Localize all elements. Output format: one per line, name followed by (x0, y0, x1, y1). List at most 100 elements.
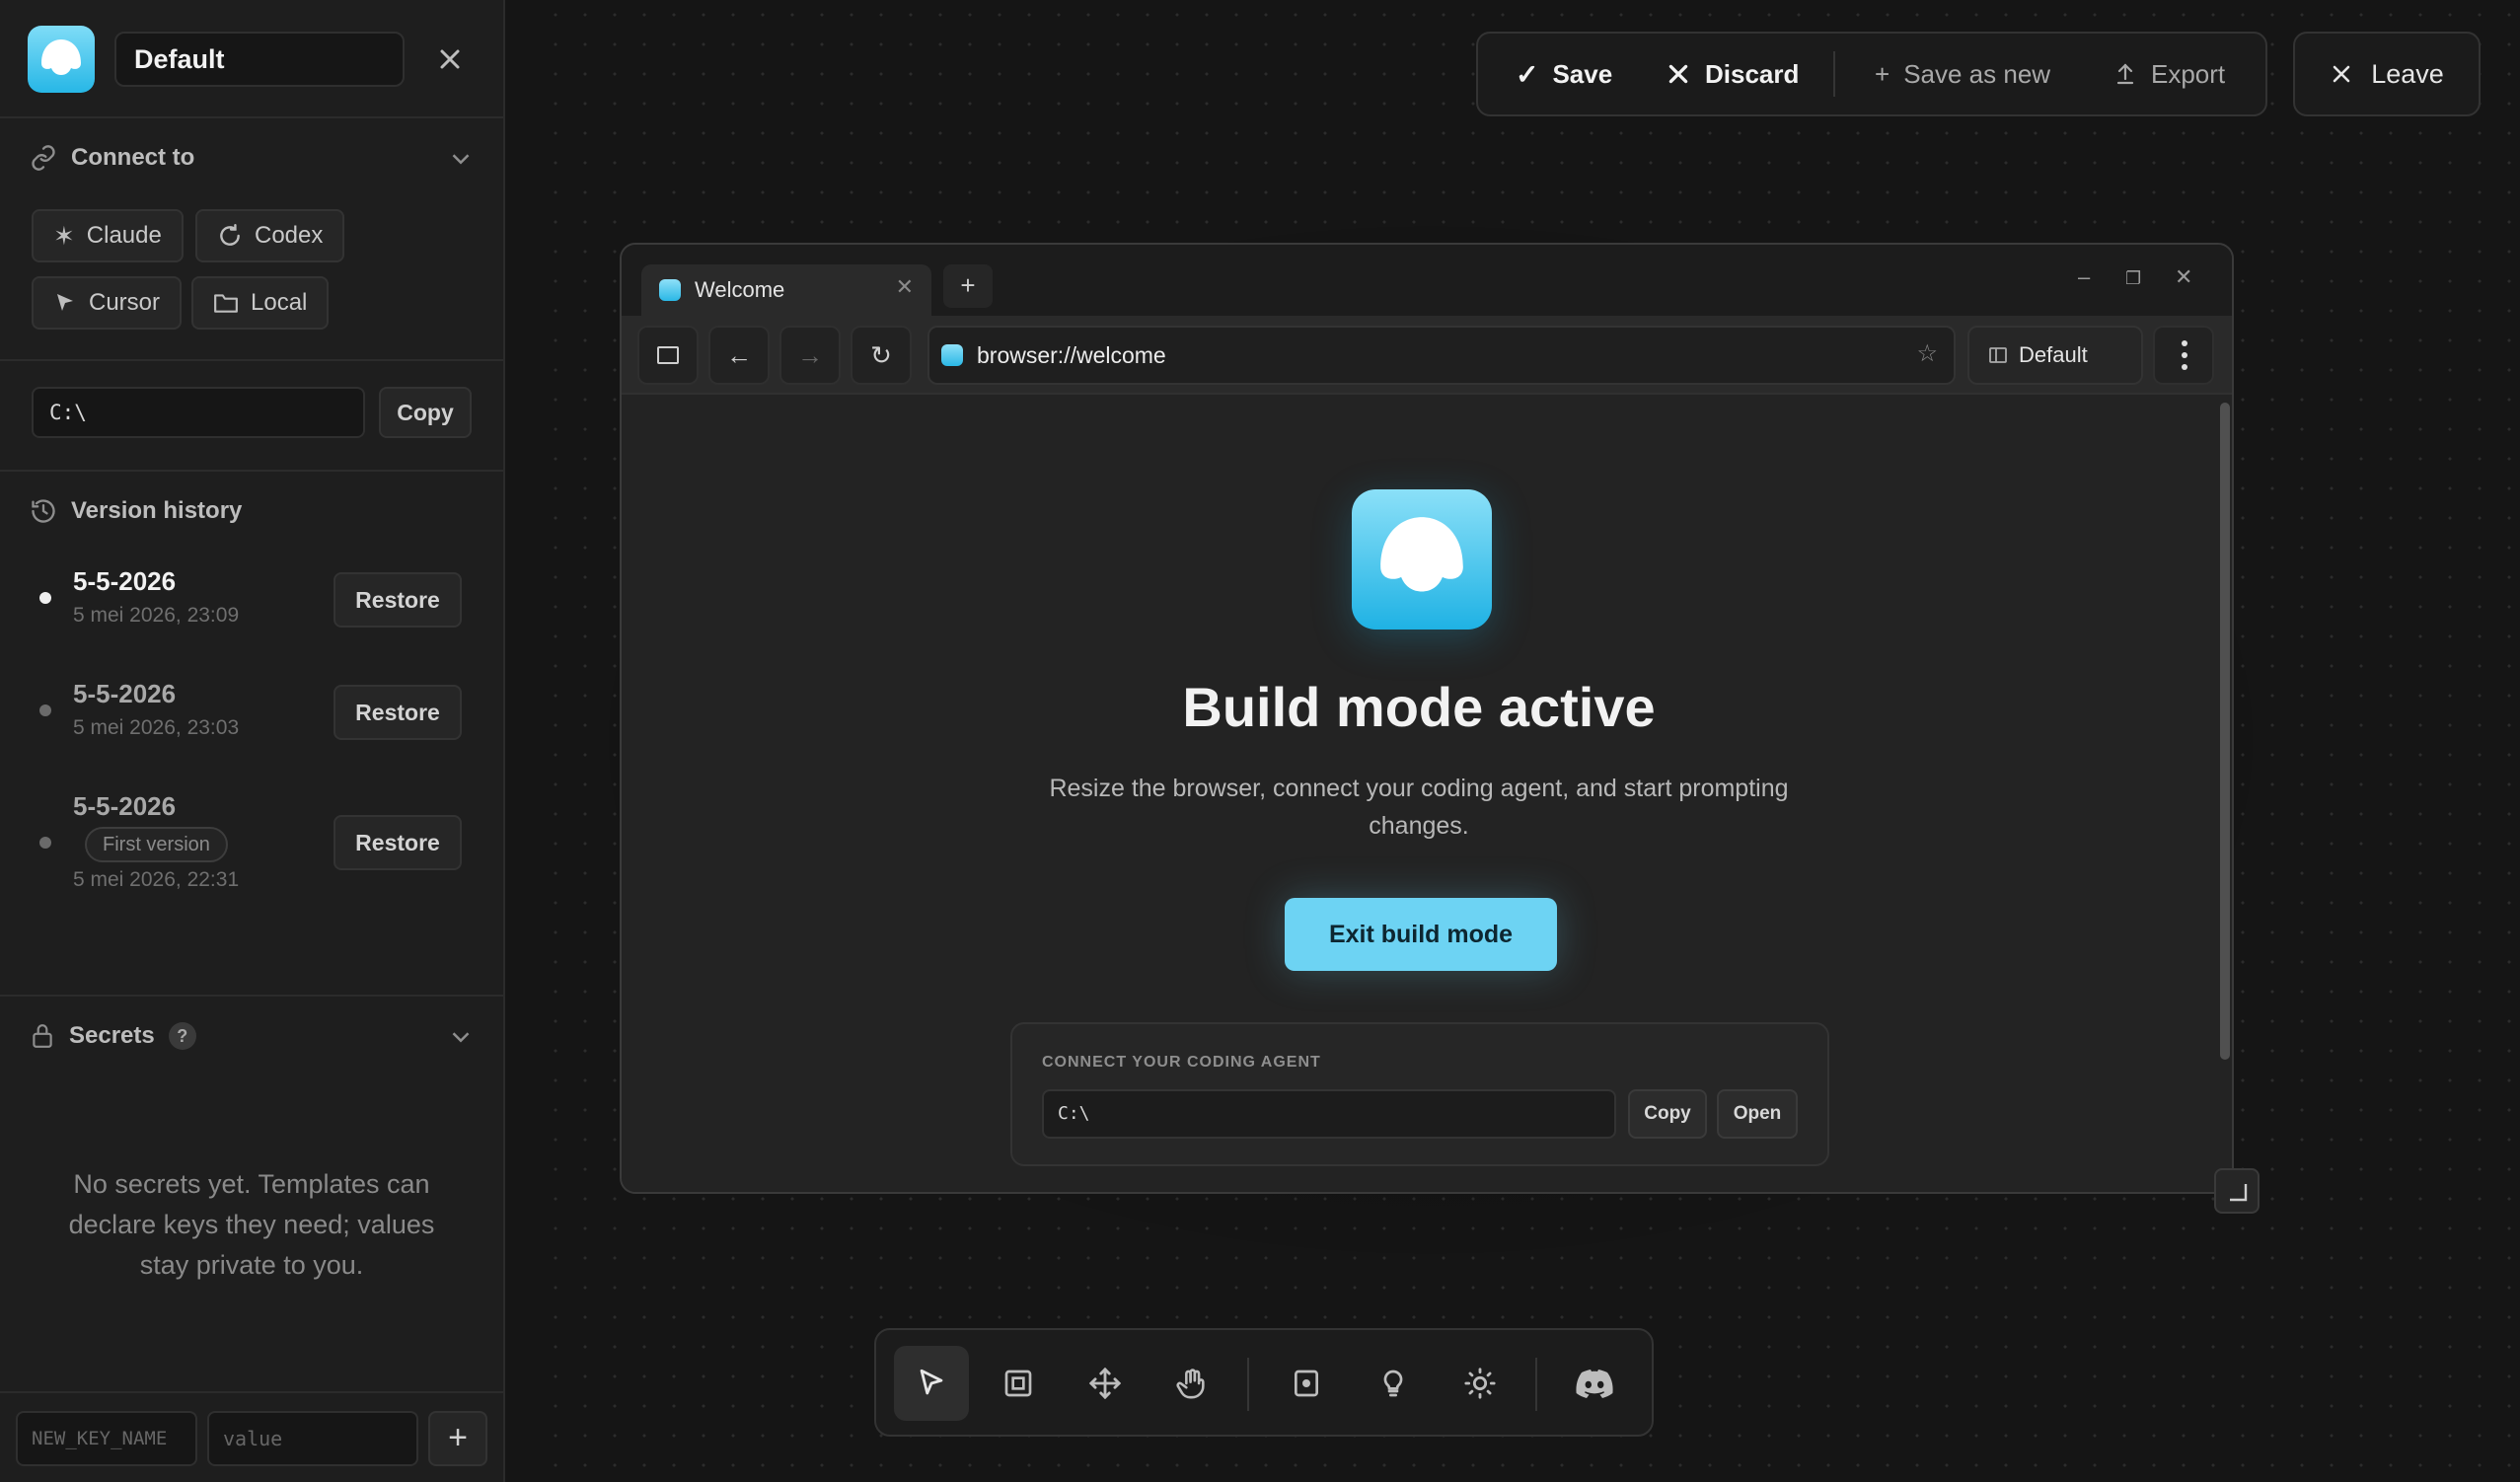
dock-divider (1535, 1358, 1537, 1411)
tab-welcome[interactable]: Welcome ✕ (641, 264, 931, 316)
secrets-header[interactable]: Secrets ? (30, 1016, 196, 1056)
add-secret-button[interactable]: + (428, 1411, 487, 1466)
restore-button[interactable]: Restore (334, 815, 462, 870)
plus-icon: + (1875, 58, 1890, 89)
app-logo-icon (28, 26, 95, 93)
version-history-title: Version history (71, 497, 243, 524)
project-path-field[interactable]: C:\ (32, 387, 365, 438)
dock-divider (1247, 1358, 1249, 1411)
sun-icon (1464, 1368, 1496, 1399)
connect-local-button[interactable]: Local (191, 276, 330, 330)
top-toolbar: ✓ Save Discard + Save as new Export (1476, 32, 2267, 116)
move-icon (1088, 1367, 1122, 1400)
link-icon (32, 145, 55, 171)
exit-build-mode-button[interactable]: Exit build mode (1285, 898, 1557, 971)
chevron-down-icon[interactable] (446, 144, 476, 174)
restore-button[interactable]: Restore (334, 685, 462, 740)
version-date: 5-5-2026 (73, 791, 177, 821)
favicon-icon (941, 344, 963, 366)
refresh-icon (220, 223, 240, 246)
resize-corner-icon (2230, 1184, 2248, 1202)
copy-button[interactable]: Copy (1628, 1089, 1707, 1139)
connect-cursor-button[interactable]: Cursor (32, 276, 183, 330)
tab-title: Welcome (695, 277, 785, 302)
version-date: 5-5-2026 (73, 679, 177, 708)
connect-to-header[interactable]: Connect to (30, 138, 194, 178)
page-title: Build mode active (1182, 676, 1656, 738)
forward-button[interactable]: → (779, 326, 841, 385)
menu-button[interactable] (2153, 326, 2214, 385)
open-button[interactable]: Open (1717, 1089, 1798, 1139)
profile-selector[interactable]: Default (1967, 326, 2143, 385)
panel-icon (657, 346, 679, 364)
close-icon (1668, 64, 1688, 84)
url-text: browser://welcome (977, 341, 1166, 368)
export-button[interactable]: Export (2113, 34, 2225, 114)
upload-icon (2116, 63, 2134, 85)
restore-button[interactable]: Restore (334, 572, 462, 628)
back-button[interactable]: ← (708, 326, 770, 385)
chevron-down-icon[interactable] (446, 1022, 476, 1052)
minimize-icon[interactable]: – (2078, 264, 2090, 290)
screenshot-tool[interactable] (1269, 1346, 1344, 1421)
ideas-tool[interactable] (1356, 1346, 1431, 1421)
connect-claude-button[interactable]: ✶ Claude (32, 209, 184, 262)
profile-name-input[interactable]: Default (114, 32, 405, 87)
version-time: 5 mei 2026, 22:31 (73, 868, 240, 891)
more-vertical-icon (2182, 340, 2187, 370)
current-version-dot (39, 592, 51, 604)
leave-button[interactable]: Leave (2293, 32, 2481, 116)
leave-label: Leave (2371, 58, 2444, 89)
cursor-arrow-icon (57, 294, 73, 311)
discord-icon (1576, 1370, 1613, 1398)
save-button[interactable]: ✓ Save (1516, 34, 1612, 114)
frame-tool[interactable] (981, 1346, 1056, 1421)
favicon-icon (659, 279, 681, 301)
help-icon[interactable]: ? (168, 1022, 196, 1050)
divider (0, 995, 503, 997)
restore-window-icon[interactable]: ❐ (2125, 268, 2141, 289)
secret-key-input[interactable]: NEW_KEY_NAME (16, 1411, 197, 1466)
address-bar[interactable]: browser://welcome ☆ (927, 326, 1956, 385)
connect-to-title: Connect to (71, 144, 195, 171)
lightbulb-icon (1383, 1370, 1403, 1397)
history-icon (32, 499, 55, 523)
sidebar-toggle-button[interactable] (637, 326, 699, 385)
columns-icon (1989, 347, 2007, 363)
theme-tool[interactable] (1443, 1346, 1518, 1421)
page-subtitle: Resize the browser, connect your coding … (1049, 775, 1789, 840)
resize-handle[interactable] (2214, 1168, 2260, 1214)
secrets-empty-message: No secrets yet. Templates can declare ke… (68, 1169, 435, 1280)
discard-button[interactable]: Discard (1666, 34, 1799, 114)
close-window-icon[interactable]: ✕ (2175, 264, 2192, 290)
first-version-badge: First version (85, 827, 228, 862)
export-label: Export (2151, 58, 2226, 89)
close-sidebar-icon[interactable] (432, 41, 468, 77)
copy-path-button[interactable]: Copy (379, 387, 472, 438)
pan-tool[interactable] (1154, 1346, 1229, 1421)
move-tool[interactable] (1068, 1346, 1143, 1421)
secret-value-input[interactable]: value (207, 1411, 418, 1466)
star-icon[interactable]: ☆ (1916, 339, 1938, 368)
discord-button[interactable] (1557, 1346, 1632, 1421)
divider (0, 359, 503, 361)
new-tab-button[interactable]: + (943, 264, 993, 308)
discard-label: Discard (1705, 58, 1800, 89)
scrollbar[interactable] (2220, 403, 2230, 1060)
page-viewport: Build mode active Resize the browser, co… (622, 395, 2216, 1192)
version-dot (39, 704, 51, 716)
agent-path-field[interactable]: C:\ (1042, 1089, 1616, 1139)
divider (0, 470, 503, 472)
reload-icon: ↻ (870, 340, 892, 370)
lock-icon (33, 1024, 52, 1048)
add-secret-row: NEW_KEY_NAME value + (0, 1391, 503, 1482)
profile-label: Default (2019, 342, 2088, 367)
browser-window: Welcome ✕ + – ❐ ✕ ← → ↻ browser://welcom… (620, 243, 2234, 1194)
toolbar-divider (1833, 51, 1835, 97)
save-as-new-button[interactable]: + Save as new (1875, 34, 2050, 114)
reload-button[interactable]: ↻ (851, 326, 912, 385)
frame-icon (1004, 1370, 1032, 1397)
select-tool[interactable] (894, 1346, 969, 1421)
close-tab-icon[interactable]: ✕ (896, 274, 914, 300)
connect-codex-button[interactable]: Codex (195, 209, 345, 262)
